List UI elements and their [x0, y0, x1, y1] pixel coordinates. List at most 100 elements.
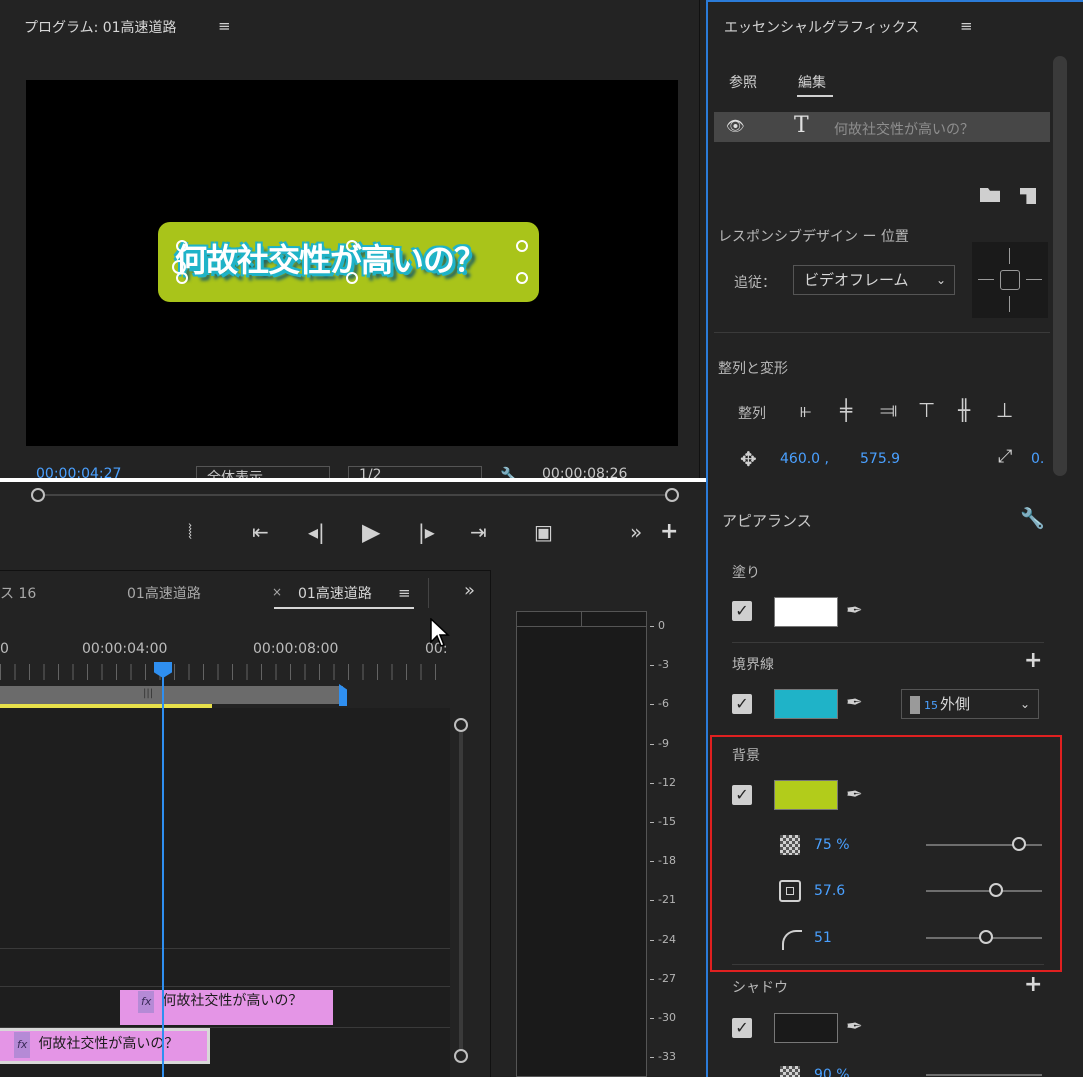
wrench-icon[interactable]: 🔧 — [500, 466, 520, 478]
playhead-line[interactable] — [162, 664, 164, 1077]
total-timecode: 00:00:08:26 — [542, 466, 628, 478]
db-label: -27 — [658, 971, 676, 985]
time-ruler[interactable] — [0, 664, 440, 680]
play-button[interactable]: ▶ — [362, 518, 380, 546]
transport-overflow-button[interactable]: » — [630, 520, 642, 544]
appearance-title: アピアランス — [722, 512, 812, 530]
position-y-value[interactable]: 575.9 — [860, 451, 900, 467]
db-tick — [650, 900, 654, 902]
scrub-in-knob[interactable] — [31, 488, 45, 502]
db-label: -9 — [658, 736, 669, 750]
stroke-checkbox[interactable]: ✓ — [732, 694, 752, 714]
align-top-icon[interactable]: ⊤ — [918, 398, 935, 422]
shadow-opacity-value[interactable]: 90 % — [814, 1066, 850, 1077]
work-area-bar[interactable] — [0, 686, 343, 704]
align-transform-title: 整列と変形 — [718, 361, 788, 377]
step-back-button[interactable]: ◂| — [308, 520, 325, 544]
tab-separator — [428, 578, 429, 608]
transform-handle[interactable] — [346, 240, 358, 252]
anchor-value[interactable]: 0. — [1031, 451, 1044, 467]
go-to-out-button[interactable]: ⇥ — [470, 520, 487, 544]
fill-label: 塗り — [732, 565, 760, 581]
db-label: -3 — [658, 658, 669, 672]
active-tab-indicator — [274, 607, 414, 609]
db-label: -30 — [658, 1011, 676, 1024]
position-move-icon: ✥ — [740, 447, 757, 471]
add-shadow-icon[interactable]: + — [1024, 972, 1042, 997]
shadow-opacity-slider-track[interactable] — [926, 1074, 1042, 1076]
current-timecode[interactable]: 00:00:04:27 — [36, 466, 121, 478]
fill-color-swatch[interactable] — [774, 597, 838, 627]
add-stroke-icon[interactable]: + — [1024, 648, 1042, 673]
audio-meter — [516, 611, 647, 1077]
follow-value: ビデオフレーム — [804, 271, 909, 289]
scrub-out-knob[interactable] — [665, 488, 679, 502]
align-left-icon[interactable]: ⫦ — [800, 398, 811, 422]
align-center-v-icon[interactable]: ╫ — [958, 398, 970, 422]
tab-close-icon[interactable]: × — [272, 585, 282, 599]
section-divider — [732, 642, 1044, 643]
db-tick — [650, 626, 654, 627]
anchor-point-icon[interactable] — [172, 260, 186, 274]
fill-checkbox[interactable]: ✓ — [732, 601, 752, 621]
tab-sequence-a[interactable]: 01高速道路 — [127, 583, 201, 603]
stroke-type-value: 外側 — [940, 695, 971, 713]
transform-handle[interactable] — [516, 272, 528, 284]
wrench-icon[interactable]: 🔧 — [1020, 506, 1045, 530]
timeline-scrollbar-track[interactable] — [459, 732, 463, 1050]
db-label: -24 — [658, 932, 676, 946]
db-label: -33 — [658, 1050, 676, 1064]
eyedropper-icon[interactable]: ✒ — [846, 598, 863, 622]
ruler-timecode: 0 — [0, 641, 9, 657]
stroke-width-value[interactable]: 15 — [924, 699, 938, 712]
stroke-position-icon — [910, 695, 920, 714]
tab-browse[interactable]: 参照 — [729, 72, 757, 92]
step-forward-button[interactable]: |▸ — [418, 520, 435, 544]
pin-to-edges-widget[interactable] — [972, 242, 1048, 318]
export-frame-icon[interactable]: ▣ — [534, 520, 553, 544]
transform-handle[interactable] — [176, 240, 188, 252]
stroke-color-swatch[interactable] — [774, 689, 838, 719]
graphic-clip-lower[interactable]: fx 何故社交性が高いの？ — [0, 1028, 210, 1064]
shadow-checkbox[interactable]: ✓ — [732, 1018, 752, 1038]
align-label: 整列 — [738, 406, 766, 422]
track-divider — [0, 986, 450, 987]
panel-menu-icon[interactable]: ≡ — [218, 17, 231, 35]
follow-label: 追従： — [734, 275, 776, 291]
caption-text[interactable]: 何故社交性が高いの？ — [175, 235, 486, 281]
work-area-grip-icon[interactable]: ||| — [143, 688, 153, 699]
tabs-overflow-icon[interactable]: » — [464, 580, 475, 601]
eg-menu-icon[interactable]: ≡ — [960, 17, 973, 35]
timeline-scroll-top-knob[interactable] — [454, 718, 468, 732]
transform-handle[interactable] — [346, 272, 358, 284]
db-tick — [650, 861, 654, 863]
graphic-clip-upper[interactable]: fx 何故社交性が高いの？ — [120, 990, 333, 1025]
position-x-value[interactable]: 460.0 , — [780, 451, 829, 467]
anchor-icon: ⤢ — [998, 446, 1013, 467]
eyedropper-icon[interactable]: ✒ — [846, 690, 863, 714]
mark-in-button[interactable]: ⦚ — [188, 520, 192, 544]
db-tick — [650, 704, 654, 706]
eg-scrollbar[interactable] — [1053, 56, 1067, 476]
layer-row[interactable]: 👁 T 何故社交性が高いの？ — [714, 112, 1050, 142]
align-bottom-icon[interactable]: ⊥ — [996, 398, 1013, 422]
tab-edit[interactable]: 編集 — [798, 72, 826, 92]
align-center-h-icon[interactable]: ╪ — [840, 398, 852, 422]
resolution-dropdown[interactable]: 1/2 — [348, 466, 482, 478]
align-right-icon[interactable]: ⫥ — [880, 398, 897, 422]
add-button-icon[interactable]: + — [660, 519, 678, 544]
scrub-track[interactable] — [38, 494, 672, 496]
tab-sequence-16[interactable]: ス 16 — [0, 583, 36, 603]
shadow-color-swatch[interactable] — [774, 1013, 838, 1043]
timeline-scroll-bottom-knob[interactable] — [454, 1049, 468, 1063]
db-label: -12 — [658, 775, 676, 789]
go-to-in-button[interactable]: ⇤ — [252, 520, 269, 544]
fit-dropdown[interactable]: 全体表示 — [196, 466, 330, 478]
transform-handle[interactable] — [516, 240, 528, 252]
follow-dropdown[interactable]: ビデオフレーム ⌄ — [793, 265, 955, 295]
eye-icon[interactable]: 👁 — [726, 117, 745, 135]
stroke-type-dropdown[interactable]: 15 外側 ⌄ — [901, 689, 1039, 719]
timeline-menu-icon[interactable]: ≡ — [398, 584, 411, 602]
tab-sequence-active[interactable]: 01高速道路 — [298, 583, 372, 603]
eyedropper-icon[interactable]: ✒ — [846, 1014, 863, 1038]
